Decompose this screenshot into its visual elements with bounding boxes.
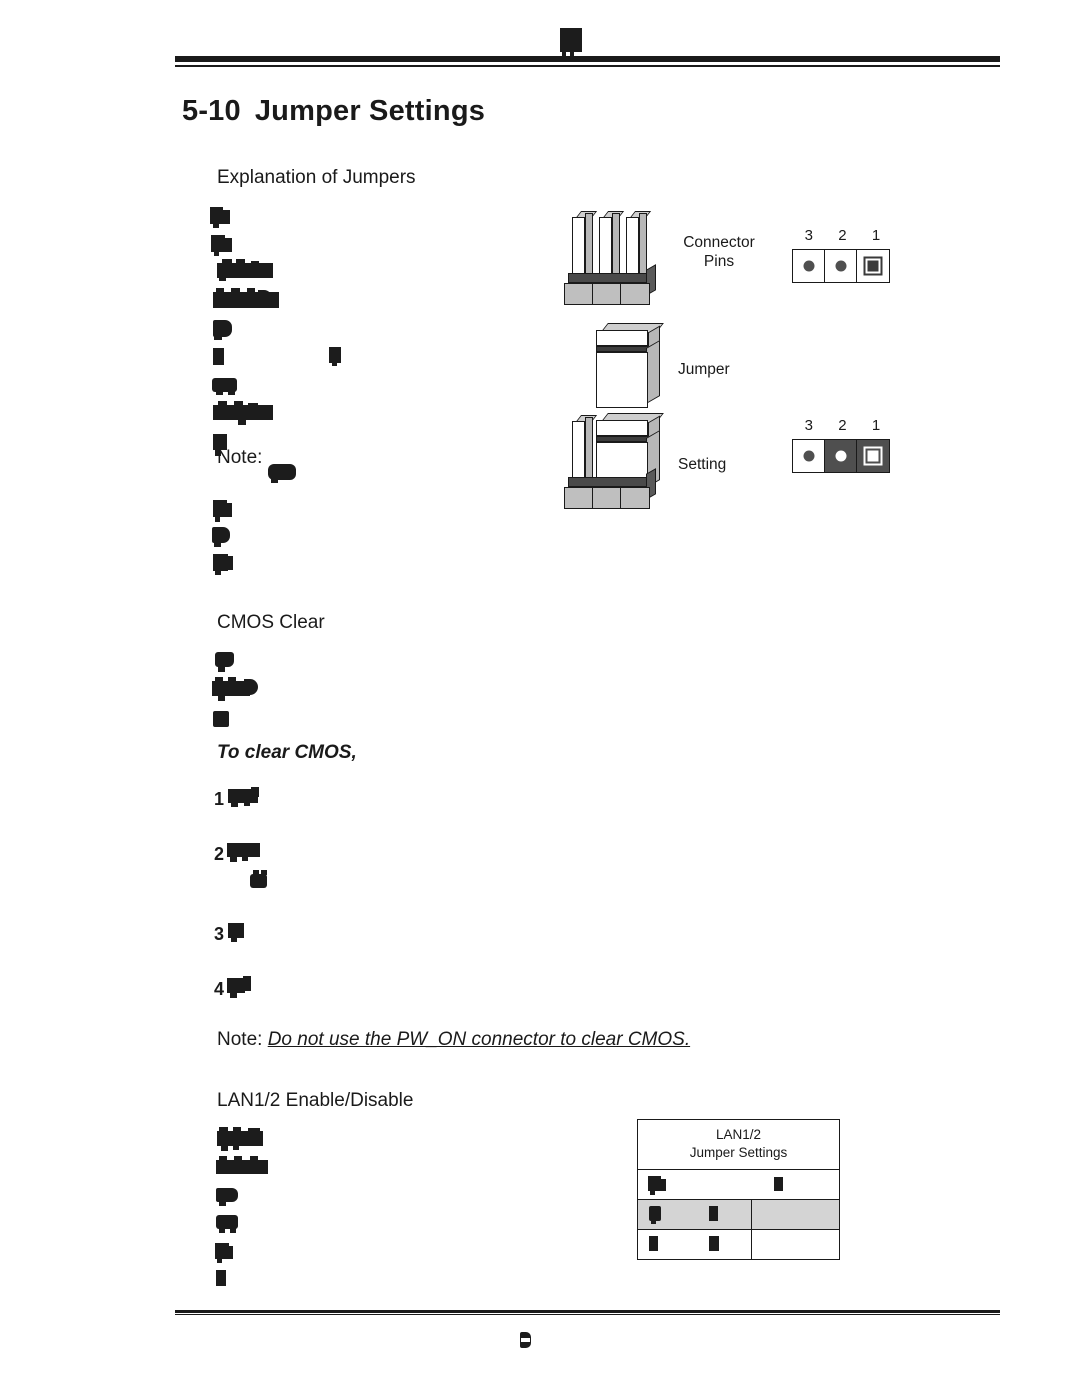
header-rule — [175, 56, 1000, 67]
section-title-text: Jumper Settings — [254, 95, 486, 127]
label-connector-pins: Connector Pins — [676, 233, 762, 272]
pin-cell-2 — [825, 440, 857, 472]
pin-numbers-open: 3 2 1 — [792, 227, 893, 244]
pin-dot-icon — [803, 450, 814, 462]
note-pw-on: Note: Do not use the PW_ON connector to … — [217, 1029, 690, 1051]
heading-explanation-of-jumpers: Explanation of Jumpers — [217, 167, 416, 188]
pin-grid-open — [792, 249, 890, 283]
table-cell-jumper-position — [638, 1200, 752, 1230]
label-setting: Setting — [678, 456, 727, 473]
pin-grid-closed — [792, 439, 890, 473]
pin-number-1: 1 — [871, 417, 881, 434]
pin-number-3: 3 — [804, 417, 813, 434]
pin-number-2: 2 — [838, 417, 847, 434]
header-marker-icon — [560, 28, 582, 58]
note-pw-on-label: Note: — [217, 1029, 263, 1050]
pin-cell-1 — [857, 250, 889, 282]
footer-rule — [175, 1310, 1000, 1316]
footer-rule-thin — [175, 1314, 1000, 1316]
label-jumper: Jumper — [678, 361, 730, 378]
pin-dot-icon — [835, 450, 846, 462]
table-header-row — [638, 1170, 839, 1201]
pin-dot-icon — [835, 260, 846, 272]
pin-number-1: 1 — [871, 227, 881, 244]
table-caption: LAN1/2 Jumper Settings — [638, 1120, 839, 1171]
table-row — [638, 1200, 839, 1231]
list-number-3: 3 — [214, 924, 225, 944]
manual-page: 5-10 Jumper Settings Explanation of Jumpe… — [0, 0, 1080, 1397]
table-header-cell-jumper — [638, 1170, 751, 1199]
pin-cell-3 — [793, 440, 825, 472]
pin-number-2: 2 — [838, 227, 847, 244]
lan-jumper-settings-table: LAN1/2 Jumper Settings — [637, 1119, 840, 1261]
section-number: 5-10 — [182, 95, 241, 127]
pin-cell-3 — [793, 250, 825, 282]
label-connector-pins-line1: Connector — [683, 234, 755, 251]
pin-cell-1 — [857, 440, 889, 472]
label-connector-pins-line2: Pins — [703, 253, 735, 271]
page-title: 5-10 Jumper Settings — [182, 95, 485, 128]
table-cell-description — [752, 1230, 839, 1259]
table-header-cell-setting — [751, 1170, 839, 1199]
list-number-2: 2 — [214, 844, 225, 864]
table-caption-line2: Jumper Settings — [689, 1144, 788, 1160]
page-number — [518, 1332, 544, 1350]
jumper-explanation-diagram: Connector Pins Jumper Setting 3 2 1 3 2 … — [560, 205, 920, 525]
footer-rule-thick — [175, 1310, 1000, 1313]
emphasis-to-clear-cmos: To clear CMOS, — [217, 742, 357, 763]
pin-dot-icon — [803, 260, 814, 272]
table-cell-description — [752, 1200, 839, 1229]
header-rule-thick — [175, 56, 1000, 62]
table-caption-line1: LAN1/2 — [715, 1127, 762, 1142]
pin-numbers-closed: 3 2 1 — [792, 417, 893, 434]
list-number-1: 1 — [214, 789, 225, 809]
list-number-4: 4 — [214, 979, 225, 999]
inline-note: Note: — [217, 447, 262, 469]
pin-cell-2 — [825, 250, 857, 282]
pin-number-3: 3 — [804, 227, 813, 244]
heading-cmos-clear: CMOS Clear — [217, 612, 325, 633]
table-cell-jumper-position — [638, 1230, 752, 1260]
inline-note-label: Note: — [217, 447, 263, 468]
heading-lan-enable-disable: LAN1/2 Enable/Disable — [217, 1090, 414, 1111]
pin-square-icon — [863, 446, 883, 466]
pin-square-icon — [863, 256, 883, 276]
header-rule-thin — [175, 65, 1000, 67]
note-pw-on-text: Do not use the PW_ON connector to clear … — [267, 1029, 691, 1050]
table-row — [638, 1230, 839, 1260]
